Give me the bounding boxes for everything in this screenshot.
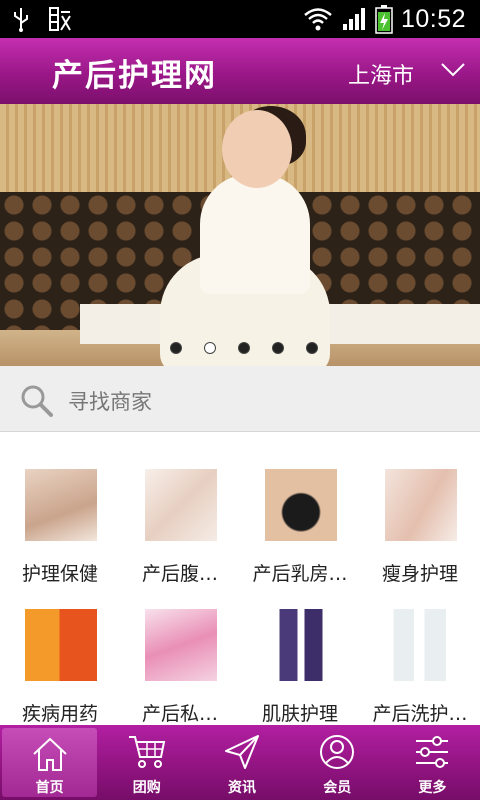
category-item[interactable]: 瘦身护理 [360,433,480,585]
carousel-dot[interactable] [306,342,318,354]
nav-news[interactable]: 资讯 [194,725,289,800]
category-label: 疾病用药 [21,703,98,725]
banner-photo [222,110,292,188]
nav-home-label: 首页 [35,780,64,796]
bottom-nav: 首页 团购 资讯 会员 更多 [0,725,480,800]
nav-home[interactable]: 首页 [2,728,98,797]
category-item[interactable]: 护理保健 [0,433,120,585]
carousel-dot[interactable] [272,342,284,354]
cart-icon [128,736,166,768]
search-bar[interactable]: 寻找商家 [0,366,480,432]
send-icon [225,735,259,769]
carousel-dot-active[interactable] [204,342,216,354]
carousel-indicator [0,342,480,354]
promo-banner[interactable] [0,104,480,366]
nav-member-label: 会员 [323,780,352,796]
cleansing-products-image [385,609,457,681]
wifi-icon [304,8,332,31]
massage-image [25,469,97,541]
nav-news-label: 资讯 [228,780,256,796]
category-item[interactable]: 产后腹… [120,433,240,585]
notification-icon [49,7,71,31]
slimming-image [385,469,457,541]
nav-group-buy-label: 团购 [132,780,161,796]
signal-icon [342,8,365,30]
usb-icon [14,8,28,32]
battery-icon [375,5,393,34]
nav-member[interactable]: 会员 [290,725,385,800]
nav-more-label: 更多 [418,780,447,796]
search-icon [21,385,53,417]
category-item[interactable]: 肌肤护理 [240,573,360,725]
nav-group-buy[interactable]: 团购 [99,725,194,800]
category-item[interactable]: 产后私… [120,573,240,725]
user-icon [320,735,355,769]
search-input[interactable]: 寻找商家 [68,386,152,416]
breast-care-image [265,469,337,541]
chevron-down-icon[interactable] [440,62,466,78]
category-label: 产后洗护… [372,703,468,725]
private-care-image [145,609,217,681]
nav-more[interactable]: 更多 [385,725,480,800]
abdomen-image [145,469,217,541]
city-selector-label[interactable]: 上海市 [348,58,414,90]
category-item[interactable]: 产后洗护… [360,573,480,725]
sliders-icon [416,736,449,768]
app-header: 产后护理网 上海市 [0,38,480,104]
home-icon [32,737,67,771]
carousel-dot[interactable] [170,342,182,354]
clock: 10:52 [400,4,466,33]
skincare-image [265,609,337,681]
category-item[interactable]: 产后乳房… [240,433,360,585]
category-grid: 护理保健 产后腹… 产后乳房… 瘦身护理 疾病用药 产后私… 肌肤护理 产后洗护… [0,433,480,725]
status-bar: 10:52 [0,0,480,38]
app-title: 产后护理网 [52,58,217,94]
carousel-dot[interactable] [238,342,250,354]
medicine-image [25,609,97,681]
category-label: 肌肤护理 [261,703,338,725]
category-item[interactable]: 疾病用药 [0,573,120,725]
category-label: 产后私… [141,703,218,725]
